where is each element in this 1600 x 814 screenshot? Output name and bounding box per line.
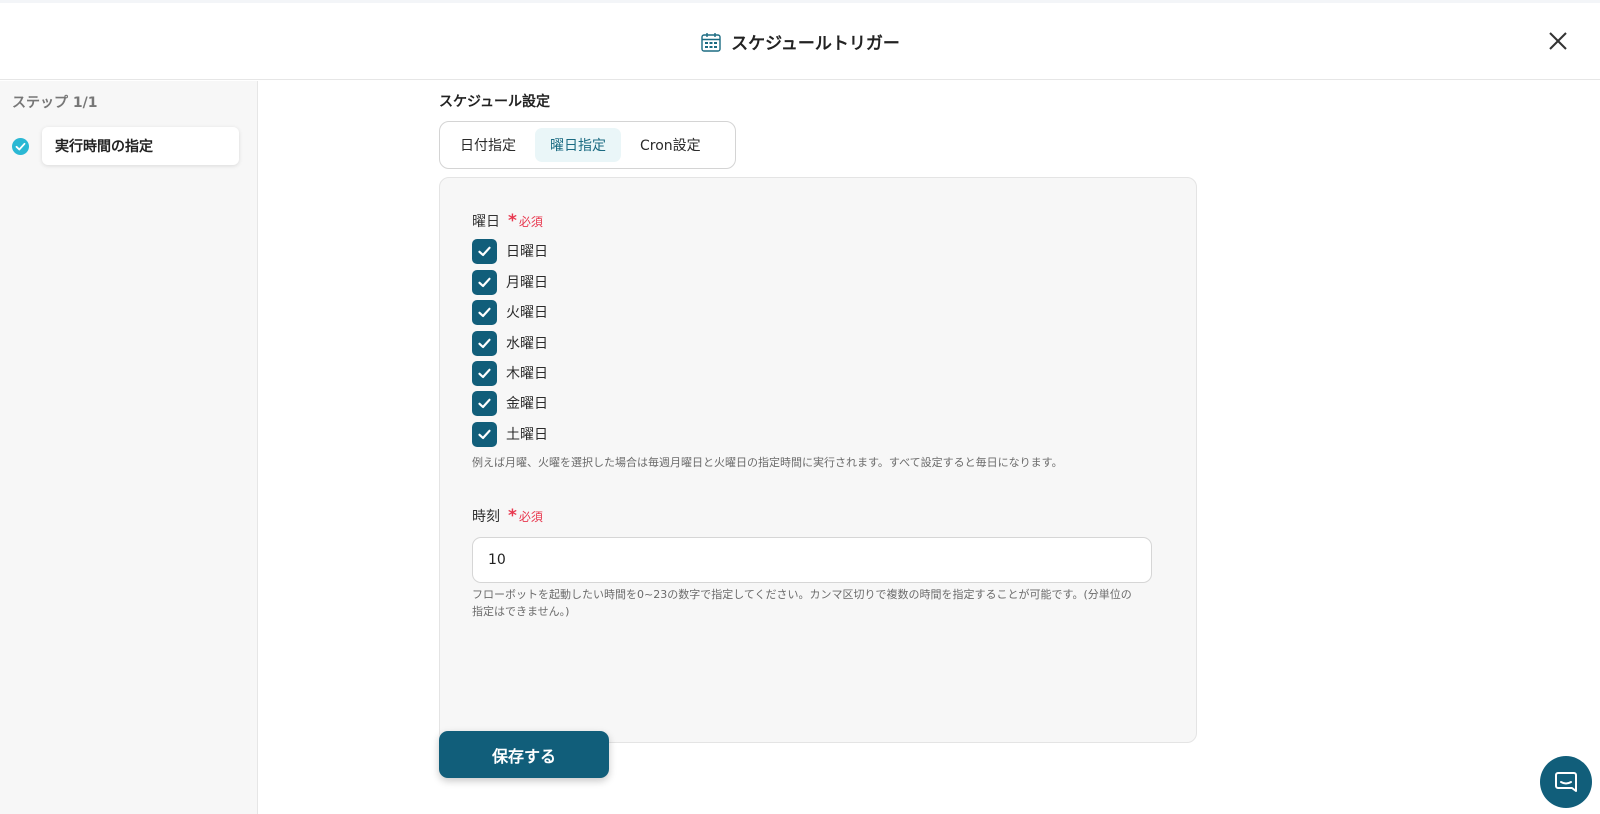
day-label: 水曜日 (506, 336, 548, 352)
time-field-label: 時刻 * 必須 (472, 506, 543, 526)
chat-icon (1555, 772, 1577, 792)
day-label: 土曜日 (506, 427, 548, 443)
main-content: スケジュール設定 日付指定 曜日指定 Cron設定 曜日 * 必須 日曜日 月曜… (259, 81, 1600, 814)
settings-panel: 曜日 * 必須 日曜日 月曜日 火曜日 水曜日 木曜日 金曜日 土曜日 例えば月… (439, 177, 1197, 743)
required-badge: * 必須 (508, 505, 543, 526)
checkbox-sunday[interactable]: 日曜日 (472, 238, 548, 264)
save-button[interactable]: 保存する (439, 731, 609, 778)
day-label: 金曜日 (506, 396, 548, 412)
time-hint-line-2: 指定はできません。) (472, 605, 570, 618)
time-hint-line-1: フローボットを起動したい時間を0~23の数字で指定してください。カンマ区切りで複… (472, 588, 1132, 601)
step-counter: ステップ 1/1 (12, 95, 98, 111)
page-title: スケジュールトリガー (731, 34, 900, 54)
required-text: 必須 (518, 214, 543, 229)
checkbox-checked-icon[interactable] (472, 299, 497, 325)
checkbox-checked-icon[interactable] (472, 269, 497, 295)
day-label: 木曜日 (506, 366, 548, 382)
sidebar-item-label: 実行時間の指定 (55, 139, 153, 155)
schedule-type-tabs: 日付指定 曜日指定 Cron設定 (439, 121, 736, 169)
day-label: 火曜日 (506, 305, 548, 321)
sidebar-item-execution-time[interactable]: 実行時間の指定 (42, 127, 239, 165)
weekday-hint: 例えば月曜、火曜を選択した場合は毎週月曜日と火曜日の指定時間に実行されます。すべ… (472, 456, 1063, 469)
checkbox-monday[interactable]: 月曜日 (472, 269, 548, 295)
time-input[interactable] (472, 537, 1152, 583)
weekday-field-label: 曜日 * 必須 (472, 211, 543, 231)
header-title-group: スケジュールトリガー (0, 3, 1600, 80)
required-asterisk-icon: * (508, 210, 517, 231)
modal-header: スケジュールトリガー (0, 3, 1600, 80)
time-label-text: 時刻 (472, 509, 500, 525)
checkbox-checked-icon[interactable] (472, 360, 497, 386)
checkbox-tuesday[interactable]: 火曜日 (472, 299, 548, 325)
step-sidebar: ステップ 1/1 実行時間の指定 (0, 81, 258, 814)
checkbox-checked-icon[interactable] (472, 238, 497, 264)
checkbox-saturday[interactable]: 土曜日 (472, 421, 548, 447)
calendar-icon (701, 32, 721, 52)
tab-weekday[interactable]: 曜日指定 (535, 128, 621, 162)
required-badge: * 必須 (508, 210, 543, 231)
tab-cron[interactable]: Cron設定 (625, 128, 716, 162)
weekday-label-text: 曜日 (472, 214, 500, 230)
day-label: 日曜日 (506, 244, 548, 260)
day-label: 月曜日 (506, 275, 548, 291)
required-asterisk-icon: * (508, 505, 517, 526)
tab-date[interactable]: 日付指定 (445, 128, 531, 162)
required-text: 必須 (518, 509, 543, 524)
section-title: スケジュール設定 (439, 94, 551, 110)
checkbox-checked-icon[interactable] (472, 421, 497, 447)
chat-launcher-button[interactable] (1540, 756, 1592, 808)
close-icon[interactable] (1546, 29, 1570, 53)
checkbox-wednesday[interactable]: 水曜日 (472, 330, 548, 356)
checkbox-friday[interactable]: 金曜日 (472, 390, 548, 416)
checkbox-checked-icon[interactable] (472, 330, 497, 356)
checkbox-thursday[interactable]: 木曜日 (472, 360, 548, 386)
checkbox-checked-icon[interactable] (472, 390, 497, 416)
check-circle-icon (12, 138, 29, 155)
